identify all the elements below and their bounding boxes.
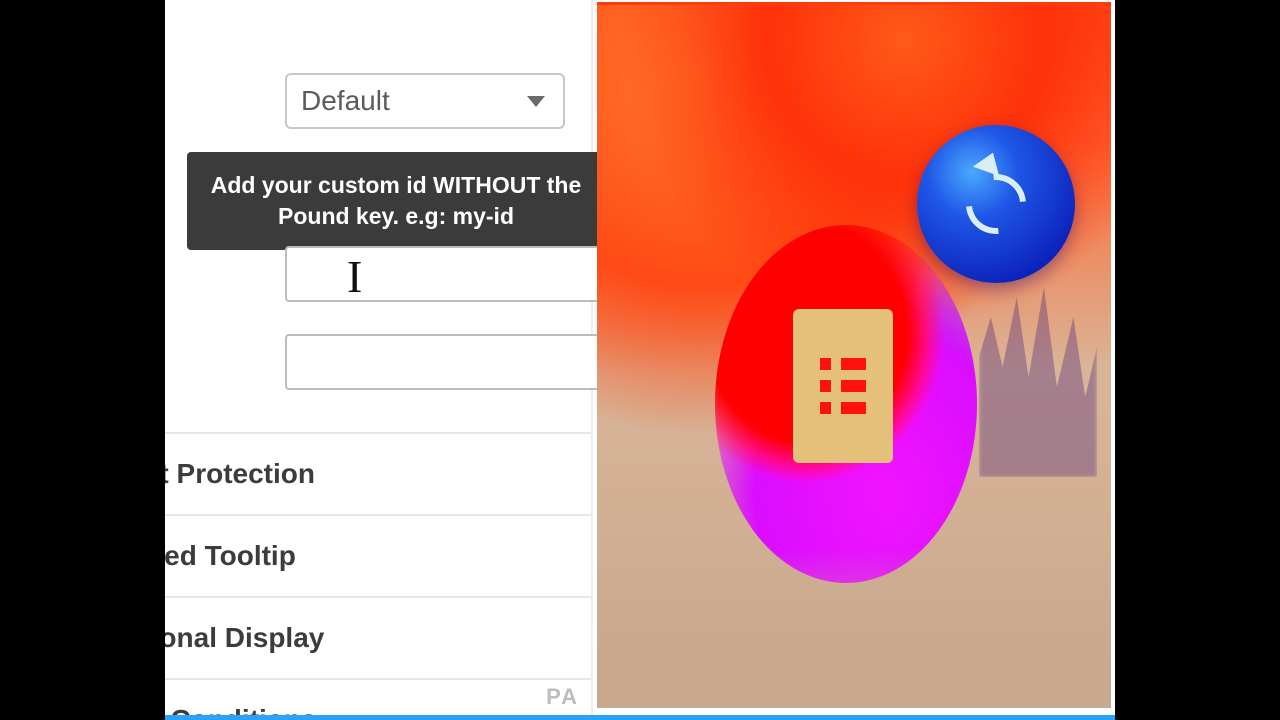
property-dropdown[interactable]: Default xyxy=(285,73,565,129)
elementor-card xyxy=(793,309,893,463)
preview-fade xyxy=(597,548,1111,708)
blue-circle-icon xyxy=(917,125,1075,283)
section-display-conditions[interactable]: Display Conditions xyxy=(165,678,591,720)
section-content-protection[interactable]: Content Protection xyxy=(165,432,591,514)
section-advanced-tooltip[interactable]: Advanced Tooltip xyxy=(165,514,591,596)
settings-panel: Default Add your custom id WITHOUT the P… xyxy=(165,0,593,720)
app-window: File Edit Format Tools View Help Default… xyxy=(165,0,1115,720)
css-id-row xyxy=(285,246,565,302)
accordion-sections: Content Protection Advanced Tooltip Cond… xyxy=(165,432,591,720)
chevron-down-icon xyxy=(527,96,545,107)
pa-badge: PA xyxy=(546,684,579,710)
tooltip-text: Add your custom id WITHOUT the Pound key… xyxy=(211,172,582,229)
swirl-icon xyxy=(954,162,1039,247)
css-id-tooltip: Add your custom id WITHOUT the Pound key… xyxy=(187,152,605,250)
elementor-logo-icon xyxy=(820,358,866,414)
section-conditional-display[interactable]: Conditional Display xyxy=(165,596,591,678)
css-classes-row xyxy=(285,334,565,390)
preview-canvas xyxy=(597,2,1111,708)
decorative-spikes xyxy=(979,277,1097,477)
css-id-input[interactable] xyxy=(285,246,625,302)
bottom-progress-bar xyxy=(165,715,1115,720)
dropdown-value: Default xyxy=(301,85,390,117)
css-classes-input[interactable] xyxy=(285,334,625,390)
